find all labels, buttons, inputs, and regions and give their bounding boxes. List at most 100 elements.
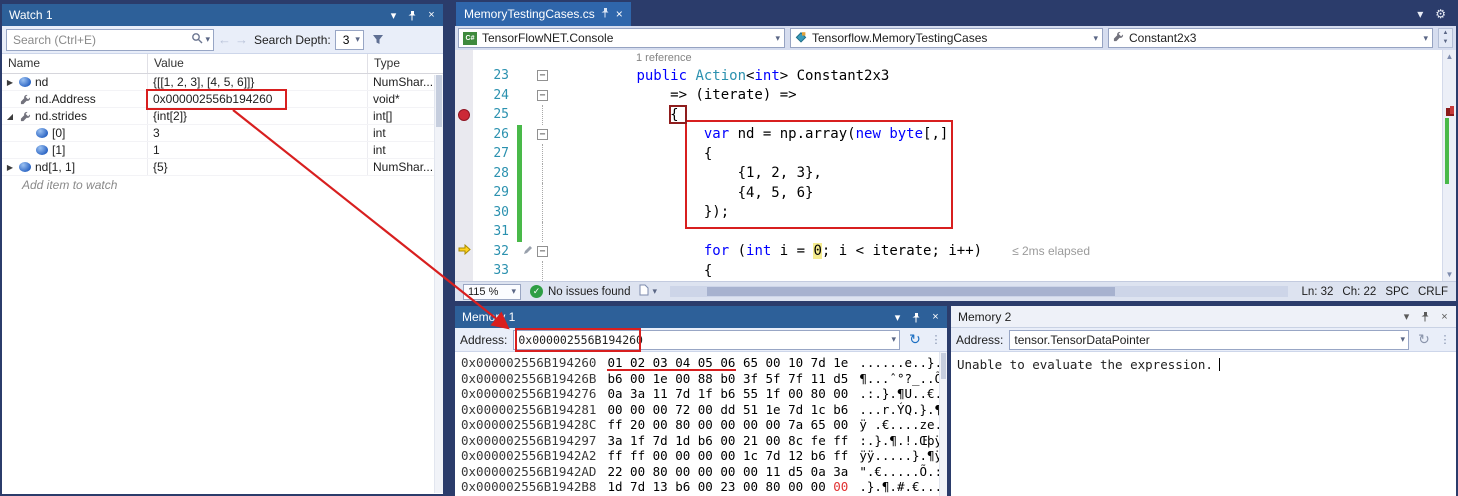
expander-icon[interactable]: ▶: [5, 163, 15, 172]
expander-icon[interactable]: ◢: [5, 112, 15, 121]
memory1-hex-view[interactable]: 0x000002556B19426001 02 03 04 05 06 65 0…: [455, 352, 947, 496]
column-header-name[interactable]: Name: [2, 54, 148, 73]
column-header-type[interactable]: Type: [368, 54, 443, 73]
pin-icon[interactable]: [908, 309, 925, 325]
window-position-icon[interactable]: ▾: [385, 7, 402, 23]
watch-titlebar[interactable]: Watch 1 ▾ ×: [2, 4, 443, 26]
spaces-indicator[interactable]: SPC: [1385, 286, 1409, 298]
address-input[interactable]: [1014, 333, 1397, 347]
codelens-row[interactable]: 1 reference: [455, 50, 1442, 66]
watch-search-box[interactable]: ▾: [6, 29, 214, 51]
breakpoint-margin[interactable]: [455, 242, 473, 262]
memory1-scrollbar[interactable]: [939, 352, 947, 496]
breakpoint-margin[interactable]: [455, 222, 473, 242]
memory2-address-combo[interactable]: ▾: [1009, 330, 1409, 350]
watch-scrollbar[interactable]: [434, 75, 443, 493]
pin-icon[interactable]: [601, 7, 610, 21]
line-number[interactable]: 24: [473, 88, 517, 103]
scroll-down-icon[interactable]: ▼: [1443, 268, 1456, 281]
memory-row[interactable]: 0x000002556B19428Cff 20 00 80 00 00 00 0…: [461, 417, 947, 433]
line-number[interactable]: 31: [473, 224, 517, 239]
close-icon[interactable]: ×: [616, 7, 623, 21]
breakpoint-margin[interactable]: [455, 105, 473, 125]
editor-vertical-scrollbar[interactable]: ▲ ▼: [1442, 50, 1456, 281]
watch-value[interactable]: 0x000002556b194260: [148, 91, 368, 107]
breakpoint-margin[interactable]: [455, 203, 473, 223]
member-dropdown[interactable]: Constant2x3 ▾: [1108, 28, 1433, 48]
scrollbar-thumb[interactable]: [941, 353, 946, 379]
memory-row[interactable]: 0x000002556B19426001 02 03 04 05 06 65 0…: [461, 355, 947, 371]
code-text[interactable]: {: [551, 263, 1442, 279]
codelens-references[interactable]: 1 reference: [551, 52, 1442, 64]
code-line[interactable]: 30 });: [455, 203, 1442, 223]
code-line[interactable]: 24− => (iterate) =>: [455, 86, 1442, 106]
code-line[interactable]: 26 − var nd = np.array(new byte[,]: [455, 125, 1442, 145]
line-number[interactable]: 27: [473, 146, 517, 161]
code-line[interactable]: 31: [455, 222, 1442, 242]
memory-row[interactable]: 0x000002556B1942AD22 00 80 00 00 00 00 1…: [461, 464, 947, 480]
column-header-value[interactable]: Value: [148, 54, 368, 73]
memory1-address-combo[interactable]: ▾: [513, 330, 900, 350]
tab-memorytestingcases[interactable]: MemoryTestingCases.cs ×: [456, 2, 631, 26]
collapse-icon[interactable]: −: [537, 70, 548, 81]
diff-margin-button[interactable]: ▾: [639, 284, 657, 299]
memory1-titlebar[interactable]: Memory 1 ▾ ×: [455, 306, 947, 328]
watch-value[interactable]: 1: [148, 142, 368, 158]
zoom-dropdown[interactable]: 115 % ▾: [463, 284, 521, 300]
line-number[interactable]: 26: [473, 127, 517, 142]
breakpoint-margin[interactable]: [455, 86, 473, 106]
code-text[interactable]: var nd = np.array(new byte[,]: [551, 126, 1442, 142]
line-ending-indicator[interactable]: CRLF: [1418, 286, 1448, 298]
code-line[interactable]: 29 {4, 5, 6}: [455, 183, 1442, 203]
watch-row[interactable]: ▶nd[1, 1]{5}NumShar...: [2, 159, 443, 176]
line-number[interactable]: 23: [473, 68, 517, 83]
filter-icon[interactable]: [368, 30, 388, 50]
add-watch-item-row[interactable]: Add item to watch: [2, 176, 443, 193]
window-position-icon[interactable]: ▾: [1398, 309, 1415, 325]
line-number[interactable]: 29: [473, 185, 517, 200]
scroll-up-icon[interactable]: ▲: [1443, 50, 1456, 63]
code-line[interactable]: 32− for (int i = 0; i < iterate; i++)≤ 2…: [455, 242, 1442, 262]
memory-row[interactable]: 0x000002556B1942A2ff ff 00 00 00 00 1c 7…: [461, 448, 947, 464]
line-number[interactable]: 32: [473, 244, 517, 259]
search-icon[interactable]: [191, 31, 203, 49]
chevron-down-icon[interactable]: ▾: [1400, 334, 1405, 345]
watch-row[interactable]: ▶nd{[[1, 2, 3], [4, 5, 6]]}NumShar...: [2, 74, 443, 91]
code-line[interactable]: 28 {1, 2, 3},: [455, 164, 1442, 184]
breakpoint-margin[interactable]: [455, 125, 473, 145]
memory-row[interactable]: 0x000002556B1942973a 1f 7d 1d b6 00 21 0…: [461, 433, 947, 449]
toolbar-overflow-icon[interactable]: ⋮: [930, 333, 942, 346]
window-position-icon[interactable]: ▾: [889, 309, 906, 325]
expander-icon[interactable]: ▶: [5, 78, 15, 87]
pin-icon[interactable]: [1417, 309, 1434, 325]
breakpoint-margin[interactable]: [455, 66, 473, 86]
line-number[interactable]: 28: [473, 166, 517, 181]
column-indicator[interactable]: Ch: 22: [1342, 286, 1376, 298]
memory-row[interactable]: 0x000002556B19426Bb6 00 1e 00 88 b0 3f 5…: [461, 371, 947, 387]
code-text[interactable]: public Action<int> Constant2x3: [551, 68, 1442, 84]
close-icon[interactable]: ×: [423, 7, 440, 23]
memory-row[interactable]: 0x000002556B1942B81d 7d 13 b6 00 23 00 8…: [461, 479, 947, 495]
line-number[interactable]: 25: [473, 107, 517, 122]
line-indicator[interactable]: Ln: 32: [1301, 286, 1333, 298]
code-editor[interactable]: 1 reference 23 − public Action<int> Consta…: [455, 50, 1456, 281]
breakpoint-margin[interactable]: [455, 50, 473, 66]
perf-tip[interactable]: ≤ 2ms elapsed: [1012, 244, 1090, 258]
breakpoint-margin[interactable]: [455, 183, 473, 203]
breakpoint-icon[interactable]: [458, 109, 470, 121]
watch-row[interactable]: [1]1int: [2, 142, 443, 159]
pin-icon[interactable]: [404, 7, 421, 23]
watch-row[interactable]: nd.Address0x000002556b194260void*: [2, 91, 443, 108]
line-number[interactable]: 33: [473, 263, 517, 278]
watch-value[interactable]: {[[1, 2, 3], [4, 5, 6]]}: [148, 74, 368, 90]
toolbar-overflow-icon[interactable]: ⋮: [1439, 333, 1451, 346]
memory2-view[interactable]: Unable to evaluate the expression.: [951, 352, 1456, 496]
search-depth-combo[interactable]: 3 ▾: [335, 30, 364, 50]
close-icon[interactable]: ×: [1436, 309, 1453, 325]
memory-row[interactable]: 0x000002556B19428100 00 00 72 00 dd 51 1…: [461, 402, 947, 418]
code-line[interactable]: 23 − public Action<int> Constant2x3: [455, 66, 1442, 86]
scrollbar-thumb[interactable]: [707, 287, 1115, 296]
search-prev-icon[interactable]: ←: [218, 32, 231, 47]
refresh-icon[interactable]: ↻: [906, 331, 924, 348]
collapse-icon[interactable]: −: [537, 129, 548, 140]
